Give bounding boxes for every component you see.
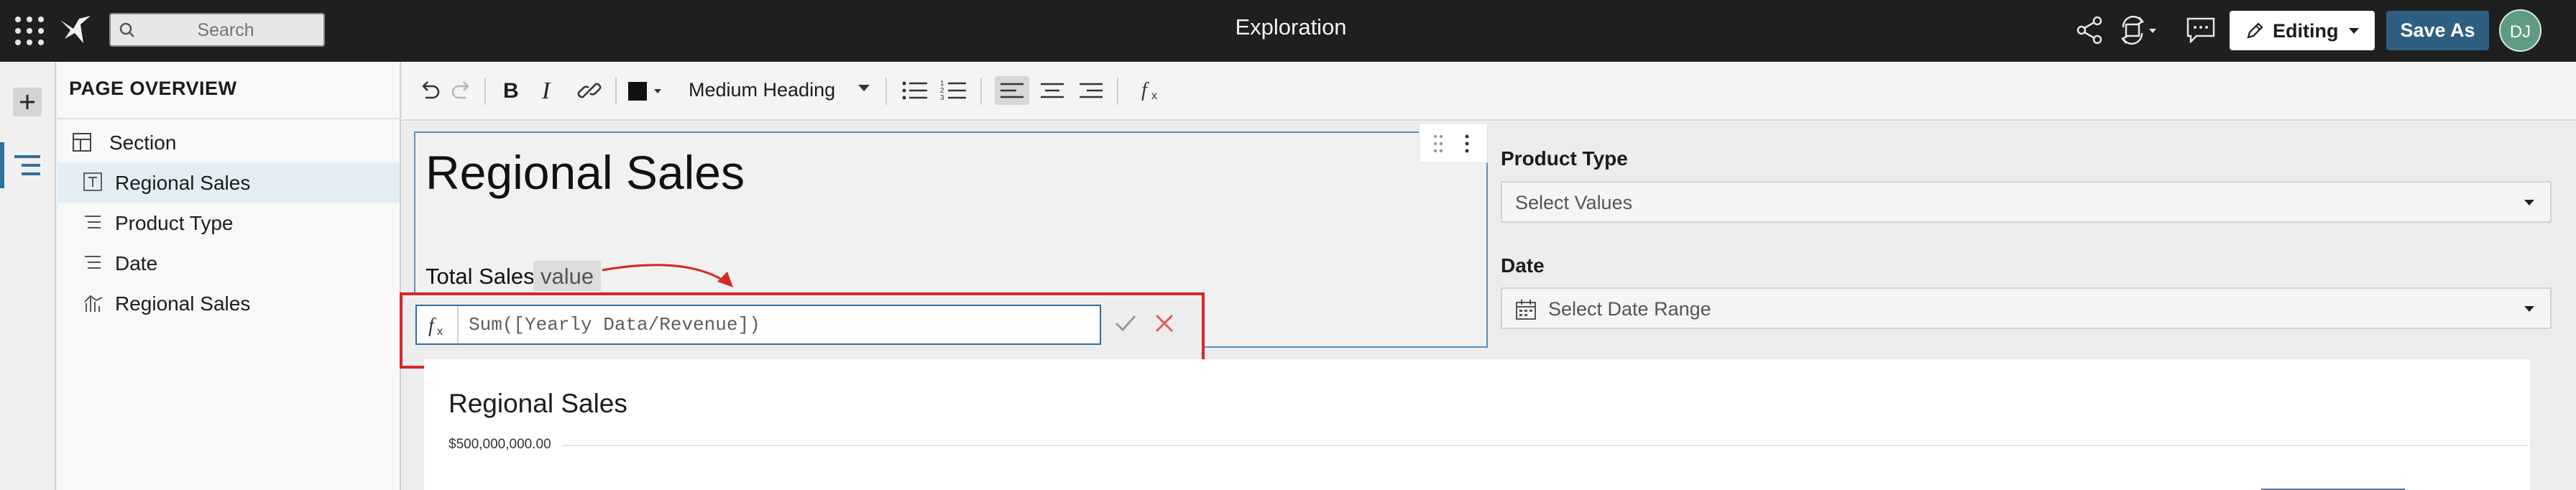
overview-item-section[interactable]: Section (58, 122, 400, 162)
text-element-icon (83, 172, 102, 191)
search-box[interactable] (109, 13, 325, 47)
undo-icon[interactable] (418, 76, 440, 105)
link-icon[interactable] (576, 76, 602, 105)
cancel-formula-icon[interactable] (1154, 313, 1174, 333)
align-right-icon[interactable] (1077, 76, 1105, 105)
page-overview-panel: PAGE OVERVIEW Section Regional Sales Pro… (58, 62, 401, 490)
editing-label: Editing (2273, 20, 2339, 42)
chart-title: Regional Sales (448, 389, 627, 418)
user-avatar[interactable]: DJ (2499, 9, 2542, 52)
date-range-select[interactable]: Select Date Range (1501, 287, 2552, 329)
more-options-icon[interactable] (1464, 134, 1470, 154)
page-overview-heading: PAGE OVERVIEW (69, 78, 237, 99)
toolbar-separator (1117, 78, 1118, 105)
caret-down-icon (2524, 306, 2534, 312)
editing-mode-button[interactable]: Editing (2230, 11, 2375, 50)
annotation-arrow (601, 262, 737, 293)
overview-item-label: Regional Sales (115, 172, 251, 194)
svg-text:f: f (1141, 79, 1149, 101)
toolbar-separator (615, 78, 617, 105)
caret-down-icon (2349, 28, 2359, 34)
redo-icon[interactable] (451, 76, 473, 105)
overview-item-date[interactable]: Date (58, 243, 400, 283)
product-type-label: Product Type (1501, 147, 1628, 170)
overview-item-label: Regional Sales (115, 292, 251, 315)
drag-handle-icon[interactable] (1432, 134, 1444, 154)
page-overview-icon[interactable] (14, 154, 43, 177)
overview-item-label: Date (115, 252, 158, 274)
svg-text:3: 3 (940, 94, 944, 102)
svg-text:B: B (503, 79, 519, 103)
svg-text:f: f (428, 315, 436, 337)
comments-icon[interactable] (2186, 17, 2215, 43)
share-icon[interactable] (2076, 16, 2103, 45)
overview-item-label: Section (109, 131, 177, 154)
pencil-icon (2245, 22, 2264, 40)
search-icon (119, 22, 135, 38)
section-grid-icon (72, 132, 92, 152)
chart-gridline (562, 445, 2529, 446)
italic-icon[interactable]: I (539, 76, 561, 105)
product-type-select[interactable]: Select Values (1501, 181, 2552, 223)
list-control-icon (83, 213, 102, 231)
svg-text:I: I (541, 78, 551, 104)
chart-element[interactable] (424, 359, 2530, 490)
plus-icon (20, 95, 34, 109)
list-control-icon (83, 253, 102, 272)
toolbar-separator (886, 78, 887, 105)
caret-down-icon (2524, 200, 2534, 205)
format-toolbar: B I Medium Heading 123 fx (402, 62, 2576, 121)
left-rail (0, 62, 56, 490)
app-logo-icon[interactable] (59, 14, 92, 47)
divider (58, 118, 401, 119)
insert-formula-icon[interactable]: fx (1141, 76, 1167, 105)
app-launcher-icon[interactable] (14, 16, 45, 46)
overview-item-product-type[interactable]: Product Type (58, 203, 400, 243)
bulleted-list-icon[interactable] (901, 76, 929, 105)
align-center-icon[interactable] (1038, 76, 1067, 105)
toolbar-separator (980, 78, 982, 105)
chart-element-icon (83, 293, 104, 313)
date-range-placeholder: Select Date Range (1548, 298, 1711, 320)
overview-item-label: Product Type (115, 212, 234, 234)
svg-text:x: x (437, 325, 443, 338)
date-label: Date (1501, 254, 1545, 277)
align-left-icon[interactable] (995, 76, 1029, 105)
heading-style-select[interactable]: Medium Heading (689, 79, 835, 101)
add-element-button[interactable] (13, 88, 42, 116)
bold-icon[interactable]: B (500, 76, 522, 105)
page-title: Exploration (1235, 14, 1347, 40)
value-placeholder-chip[interactable]: value (533, 261, 602, 291)
search-input[interactable] (139, 19, 312, 42)
overview-item-regional-sales-chart[interactable]: Regional Sales (58, 283, 400, 323)
y-axis-tick-label: $500,000,000.00 (448, 437, 551, 452)
heading-style-value: Medium Heading (689, 79, 836, 101)
publish-sync-icon[interactable] (2119, 14, 2158, 46)
caret-down-icon[interactable] (858, 85, 870, 114)
total-sales-label: Total Sales (426, 264, 535, 289)
element-actions (1419, 123, 1488, 163)
product-type-placeholder: Select Values (1515, 192, 1633, 213)
toolbar-separator (484, 78, 486, 105)
top-bar: Exploration Editing Save As DJ (0, 0, 2576, 62)
active-rail-indicator (0, 142, 4, 188)
formula-fx-icon: fx (417, 306, 459, 343)
svg-text:x: x (1151, 90, 1157, 102)
numbered-list-icon[interactable]: 123 (940, 76, 967, 105)
text-element-heading[interactable]: Regional Sales (426, 145, 745, 200)
text-color-picker[interactable] (627, 76, 666, 105)
overview-item-regional-sales-text[interactable]: Regional Sales (58, 162, 400, 203)
confirm-formula-icon[interactable] (1114, 313, 1137, 334)
save-as-button[interactable]: Save As (2386, 11, 2489, 50)
formula-bar[interactable]: fx (415, 305, 1101, 345)
formula-input[interactable] (469, 312, 1087, 338)
calendar-icon (1515, 299, 1537, 320)
